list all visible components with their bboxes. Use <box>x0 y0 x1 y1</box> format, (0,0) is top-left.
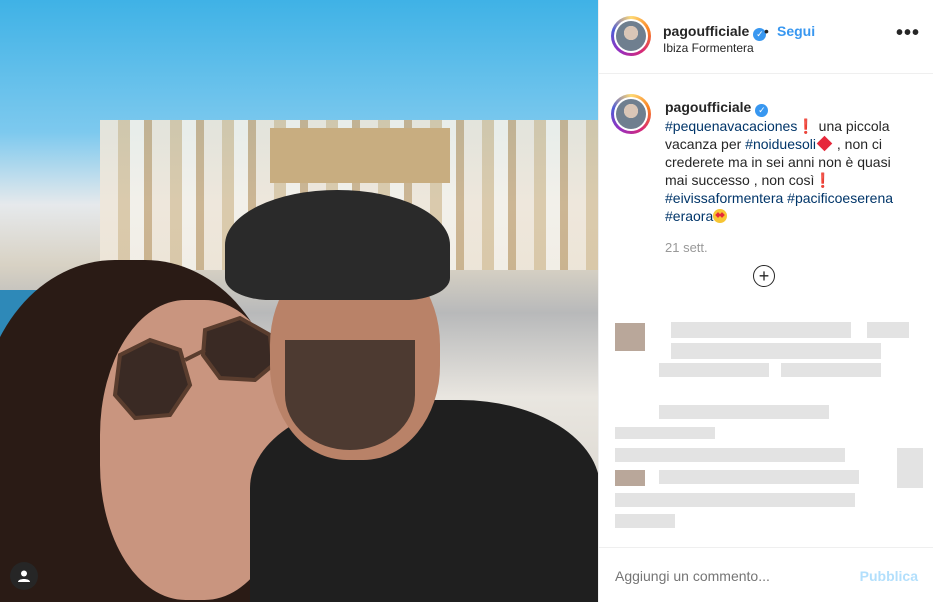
post-side-panel: pagoufficiale ✓ • Segui Ibiza Formentera … <box>598 0 933 602</box>
more-options-icon[interactable]: ••• <box>896 22 920 45</box>
hashtag-link[interactable]: #pacificoeserena <box>787 190 893 206</box>
caption-author-row: pagoufficiale ✓ <box>665 99 769 117</box>
blurred-comment-text <box>615 448 845 462</box>
author-username[interactable]: pagoufficiale <box>663 23 749 39</box>
blurred-comment-text <box>867 322 909 338</box>
plus-circle-icon[interactable]: + <box>753 265 775 287</box>
caption-username[interactable]: pagoufficiale <box>665 99 751 115</box>
photo-sunglasses <box>112 315 276 421</box>
comment-input[interactable] <box>615 568 835 584</box>
blurred-comment-text <box>659 470 859 484</box>
heart-eyes-emoji-icon <box>713 209 728 223</box>
photo-man-cap <box>225 190 450 300</box>
post-caption: #pequenavacaciones❗ una piccola vacanza … <box>665 117 905 225</box>
blurred-comment-text <box>659 405 829 419</box>
blurred-comment-text <box>671 322 851 338</box>
heart-emoji-icon <box>816 135 833 152</box>
hashtag-link[interactable]: #noiduesoli <box>745 136 816 152</box>
caption-author-avatar[interactable] <box>611 94 651 134</box>
avatar-image <box>616 21 646 51</box>
post-photo[interactable] <box>0 0 598 602</box>
photo-castle <box>270 128 450 183</box>
hashtag-link[interactable]: #eivissaformentera <box>665 190 783 206</box>
avatar-inner <box>614 19 648 53</box>
blurred-comment-avatar <box>615 470 645 486</box>
blurred-comment-text <box>897 448 923 488</box>
instagram-post-modal: pagoufficiale ✓ • Segui Ibiza Formentera … <box>0 0 933 602</box>
blurred-comment-text <box>659 363 769 377</box>
post-header: pagoufficiale ✓ • Segui Ibiza Formentera … <box>599 0 933 74</box>
blurred-comment-text <box>671 343 881 359</box>
post-timestamp[interactable]: 21 sett. <box>665 240 708 255</box>
blurred-comment-text <box>781 363 881 377</box>
verified-badge-icon: ✓ <box>755 104 769 117</box>
user-tag-icon[interactable] <box>10 562 38 590</box>
header-separator: • <box>764 23 769 39</box>
hashtag-link[interactable]: #eraora <box>665 208 713 224</box>
hashtag-link[interactable]: #pequenavacaciones <box>665 118 797 134</box>
photo-man-beard <box>285 340 415 450</box>
exclamation-emoji-icon: ❗ <box>797 118 815 134</box>
post-comment-button[interactable]: Pubblica <box>860 568 918 584</box>
blurred-comment-text <box>615 427 715 439</box>
blurred-comment-text <box>615 514 675 528</box>
follow-button[interactable]: Segui <box>777 23 815 39</box>
avatar-image <box>616 99 646 129</box>
comment-bar: Pubblica <box>599 547 933 603</box>
blurred-comment-avatar <box>615 323 645 351</box>
author-name-row: pagoufficiale ✓ <box>663 23 767 41</box>
post-location[interactable]: Ibiza Formentera <box>663 41 754 55</box>
blurred-comment-text <box>615 493 855 507</box>
avatar-inner <box>614 97 648 131</box>
exclamation-emoji-icon: ❗ <box>814 172 832 188</box>
author-avatar[interactable] <box>611 16 651 56</box>
